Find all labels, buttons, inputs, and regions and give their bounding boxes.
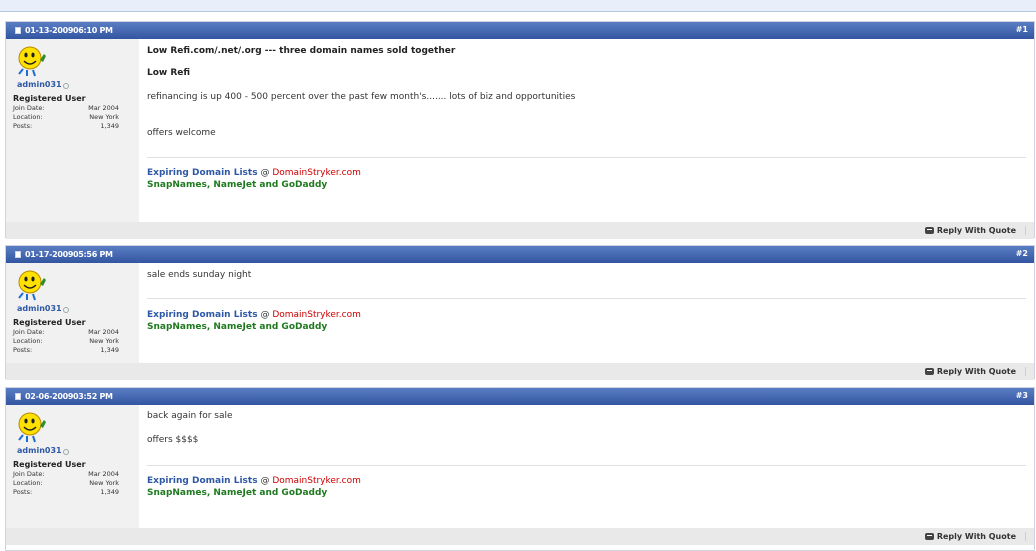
user-title: Registered User bbox=[13, 318, 86, 327]
user-info-panel: admin031 Registered User Join Date: Mar 2… bbox=[6, 39, 139, 222]
post-time: 05:56 PM bbox=[73, 250, 113, 259]
divider bbox=[1025, 226, 1026, 235]
offline-status-icon bbox=[62, 83, 69, 89]
signature-site-link[interactable]: DomainStryker.com bbox=[272, 476, 361, 486]
post-count-row: Posts: 1,349 bbox=[13, 488, 119, 496]
username-link[interactable]: admin031 bbox=[17, 304, 69, 313]
user-title: Registered User bbox=[13, 94, 86, 103]
signature-divider bbox=[147, 298, 1026, 299]
post-number-link[interactable]: #2 bbox=[1016, 249, 1028, 258]
signature-line: Expiring Domain Lists @ DomainStryker.co… bbox=[147, 168, 361, 178]
reply-with-quote-button[interactable]: Reply With Quote bbox=[924, 226, 1016, 235]
post-footer: Reply With Quote bbox=[6, 528, 1034, 545]
offline-status-icon bbox=[62, 307, 69, 313]
post-text: offers welcome bbox=[147, 128, 216, 138]
post-title: Low Refi.com/.net/.org --- three domain … bbox=[147, 46, 456, 56]
smiley-avatar-icon bbox=[18, 412, 46, 443]
signature-line-2: SnapNames, NameJet and GoDaddy bbox=[147, 488, 328, 498]
signature-site-link[interactable]: DomainStryker.com bbox=[272, 168, 361, 178]
post-number-link[interactable]: #3 bbox=[1016, 391, 1028, 400]
post-date: 02-06-2009 bbox=[25, 392, 74, 401]
post-3: 02-06-2009 03:52 PM #3 admin031 Register… bbox=[5, 387, 1035, 551]
post-header: 02-06-2009 03:52 PM #3 bbox=[6, 388, 1034, 405]
post-date: 01-13-2009 bbox=[25, 26, 74, 35]
post-text: sale ends sunday night bbox=[147, 270, 252, 280]
post-content: back again for sale offers $$$$ Expiring… bbox=[139, 405, 1034, 528]
post-content: Low Refi.com/.net/.org --- three domain … bbox=[139, 39, 1034, 222]
top-strip bbox=[0, 0, 1036, 12]
post-doc-icon bbox=[15, 393, 21, 400]
post-time: 03:52 PM bbox=[73, 392, 113, 401]
location-row: Location: New York bbox=[13, 113, 119, 121]
signature-link[interactable]: Expiring Domain Lists bbox=[147, 168, 258, 178]
post-date: 01-17-2009 bbox=[25, 250, 74, 259]
post-doc-icon bbox=[15, 251, 21, 258]
post-number-link[interactable]: #1 bbox=[1016, 25, 1028, 34]
post-time: 06:10 PM bbox=[73, 26, 113, 35]
signature-link[interactable]: Expiring Domain Lists bbox=[147, 476, 258, 486]
signature-site-link[interactable]: DomainStryker.com bbox=[272, 310, 361, 320]
location-row: Location: New York bbox=[13, 337, 119, 345]
signature-line-2: SnapNames, NameJet and GoDaddy bbox=[147, 180, 328, 190]
quote-bubble-icon bbox=[924, 533, 934, 540]
post-header: 01-13-2009 06:10 PM #1 bbox=[6, 22, 1034, 39]
post-text: refinancing is up 400 - 500 percent over… bbox=[147, 92, 576, 102]
user-title: Registered User bbox=[13, 460, 86, 469]
post-content: sale ends sunday night Expiring Domain L… bbox=[139, 263, 1034, 363]
signature-divider bbox=[147, 157, 1026, 158]
join-date-row: Join Date: Mar 2004 bbox=[13, 104, 119, 112]
post-count-row: Posts: 1,349 bbox=[13, 122, 119, 130]
username-link[interactable]: admin031 bbox=[17, 446, 69, 455]
post-footer: Reply With Quote bbox=[6, 363, 1034, 380]
divider bbox=[1025, 532, 1026, 541]
post-header: 01-17-2009 05:56 PM #2 bbox=[6, 246, 1034, 263]
post-2: 01-17-2009 05:56 PM #2 admin031 Register… bbox=[5, 245, 1035, 380]
post-doc-icon bbox=[15, 27, 21, 34]
location-row: Location: New York bbox=[13, 479, 119, 487]
smiley-avatar-icon bbox=[18, 46, 46, 77]
offline-status-icon bbox=[62, 449, 69, 455]
username-link[interactable]: admin031 bbox=[17, 80, 69, 89]
signature-line: Expiring Domain Lists @ DomainStryker.co… bbox=[147, 310, 361, 320]
post-text: offers $$$$ bbox=[147, 435, 199, 445]
signature-line-2: SnapNames, NameJet and GoDaddy bbox=[147, 322, 328, 332]
smiley-avatar-icon bbox=[18, 270, 46, 301]
signature-divider bbox=[147, 465, 1026, 466]
join-date-row: Join Date: Mar 2004 bbox=[13, 328, 119, 336]
post-count-row: Posts: 1,349 bbox=[13, 346, 119, 354]
post-text: back again for sale bbox=[147, 411, 233, 421]
signature-line: Expiring Domain Lists @ DomainStryker.co… bbox=[147, 476, 361, 486]
user-info-panel: admin031 Registered User Join Date: Mar 2… bbox=[6, 263, 139, 363]
quote-bubble-icon bbox=[924, 368, 934, 375]
reply-with-quote-button[interactable]: Reply With Quote bbox=[924, 367, 1016, 376]
post-1: 01-13-2009 06:10 PM #1 admin031 Register… bbox=[5, 21, 1035, 239]
quote-bubble-icon bbox=[924, 227, 934, 234]
post-footer: Reply With Quote bbox=[6, 222, 1034, 239]
post-text: Low Refi bbox=[147, 68, 191, 78]
divider bbox=[1025, 367, 1026, 376]
user-info-panel: admin031 Registered User Join Date: Mar 2… bbox=[6, 405, 139, 528]
join-date-row: Join Date: Mar 2004 bbox=[13, 470, 119, 478]
reply-with-quote-button[interactable]: Reply With Quote bbox=[924, 532, 1016, 541]
signature-link[interactable]: Expiring Domain Lists bbox=[147, 310, 258, 320]
